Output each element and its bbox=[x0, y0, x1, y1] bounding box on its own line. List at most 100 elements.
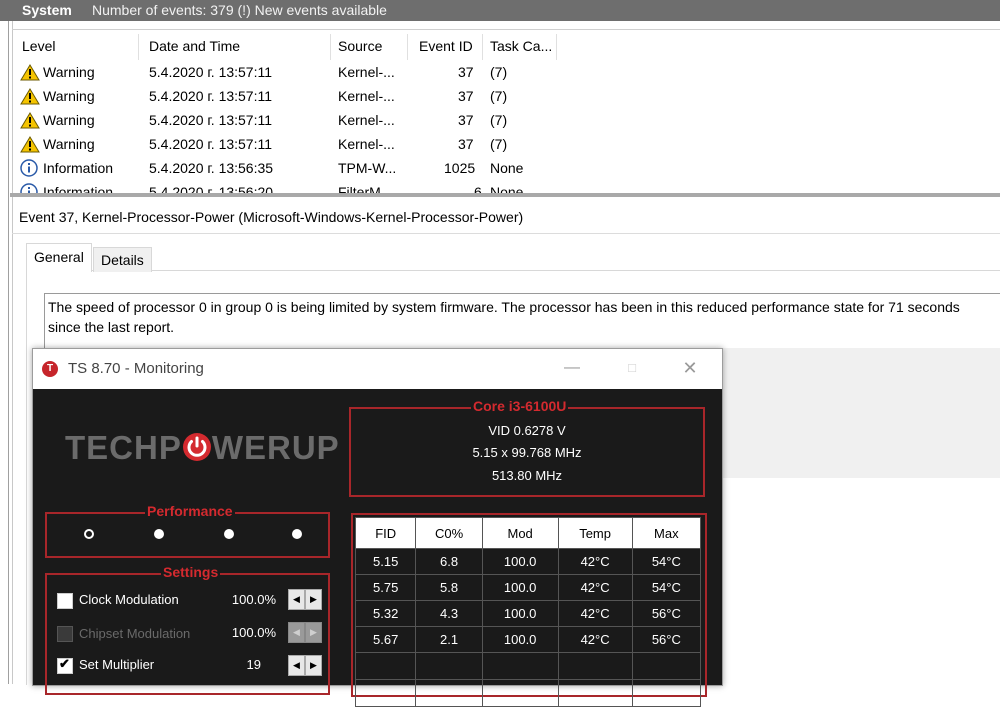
clock-modulation-decrease[interactable]: ◀ bbox=[288, 589, 305, 610]
column-header-mod: Mod bbox=[481, 517, 559, 549]
table-row: 5.32 4.3 100.0 42°C 56°C bbox=[354, 600, 702, 627]
warning-icon bbox=[20, 64, 40, 81]
column-separator[interactable] bbox=[482, 34, 483, 60]
cell-max: 54°C bbox=[631, 574, 702, 601]
table-row-empty bbox=[354, 652, 702, 680]
cell-c0: 2.1 bbox=[415, 626, 483, 653]
table-row: 5.15 6.8 100.0 42°C 54°C bbox=[354, 548, 702, 575]
column-separator[interactable] bbox=[138, 34, 139, 60]
tab-details[interactable]: Details bbox=[93, 247, 152, 272]
event-source: Kernel-... bbox=[338, 112, 395, 128]
column-header-source[interactable]: Source bbox=[338, 36, 382, 56]
event-level: Warning bbox=[43, 136, 95, 152]
event-id: 37 bbox=[458, 64, 474, 80]
cell-max: 54°C bbox=[631, 548, 702, 575]
cell-max: 56°C bbox=[631, 600, 702, 627]
event-task: (7) bbox=[490, 136, 508, 152]
set-multiplier-decrease[interactable]: ◀ bbox=[288, 655, 305, 676]
detail-title-divider bbox=[12, 233, 1000, 234]
clock-modulation-value: 100.0% bbox=[231, 592, 276, 607]
cell-c0: 4.3 bbox=[415, 600, 483, 627]
chipset-modulation-decrease[interactable]: ◀ bbox=[288, 622, 305, 643]
monitoring-table: FID C0% Mod Temp Max 5.15 6.8 100.0 42°C… bbox=[354, 517, 702, 707]
cpu-frequency: 513.80 MHz bbox=[491, 468, 563, 483]
set-multiplier-value: 19 bbox=[246, 657, 261, 672]
ts-monitoring-window[interactable]: T TS 8.70 - Monitoring — □ ✕ TECHP WERUP … bbox=[32, 348, 723, 707]
cell-c0: 6.8 bbox=[415, 548, 483, 575]
settings-label: Settings bbox=[161, 564, 221, 580]
column-header-level[interactable]: Level bbox=[22, 36, 55, 56]
cell-mod: 100.0 bbox=[481, 574, 559, 601]
event-source: Kernel-... bbox=[338, 136, 395, 152]
cell-mod: 100.0 bbox=[481, 626, 559, 653]
performance-label: Performance bbox=[145, 503, 235, 519]
pane-splitter[interactable] bbox=[10, 193, 1000, 197]
techpowerup-logo: TECHP WERUP bbox=[65, 429, 340, 467]
clock-modulation-checkbox[interactable] bbox=[57, 593, 73, 609]
logo-text-left: TECHP bbox=[65, 429, 182, 466]
minimize-icon[interactable]: — bbox=[561, 357, 583, 379]
chipset-modulation-checkbox[interactable] bbox=[57, 626, 73, 642]
event-id: 37 bbox=[458, 112, 474, 128]
cell-fid: 5.32 bbox=[354, 600, 417, 627]
event-row[interactable]: Warning 5.4.2020 г. 13:57:11 Kernel-... … bbox=[12, 60, 1000, 84]
column-separator[interactable] bbox=[407, 34, 408, 60]
event-datetime: 5.4.2020 г. 13:57:11 bbox=[149, 136, 273, 152]
column-header-datetime[interactable]: Date and Time bbox=[149, 36, 240, 56]
clock-modulation-label: Clock Modulation bbox=[79, 592, 179, 607]
event-task: (7) bbox=[490, 64, 508, 80]
event-source: Kernel-... bbox=[338, 88, 395, 104]
log-name: System bbox=[22, 2, 72, 18]
event-task: None bbox=[490, 160, 524, 176]
event-count-status: Number of events: 379 (!) New events ava… bbox=[92, 2, 387, 18]
event-datetime: 5.4.2020 г. 13:57:11 bbox=[149, 88, 273, 104]
event-id: 37 bbox=[458, 88, 474, 104]
chipset-modulation-increase[interactable]: ▶ bbox=[305, 622, 322, 643]
cell-temp: 42°C bbox=[557, 600, 633, 627]
performance-radio-2[interactable] bbox=[154, 529, 164, 539]
event-datetime: 5.4.2020 г. 13:56:35 bbox=[149, 160, 274, 176]
column-separator[interactable] bbox=[330, 34, 331, 60]
clock-modulation-increase[interactable]: ▶ bbox=[305, 589, 322, 610]
table-row: 5.75 5.8 100.0 42°C 54°C bbox=[354, 574, 702, 601]
set-multiplier-increase[interactable]: ▶ bbox=[305, 655, 322, 676]
column-header-c0: C0% bbox=[415, 517, 483, 549]
logo-text-right: WERUP bbox=[211, 429, 340, 466]
event-row[interactable]: Warning 5.4.2020 г. 13:57:11 Kernel-... … bbox=[12, 108, 1000, 132]
maximize-icon[interactable]: □ bbox=[621, 357, 643, 379]
event-row[interactable]: Warning 5.4.2020 г. 13:57:11 Kernel-... … bbox=[12, 132, 1000, 156]
event-level: Warning bbox=[43, 88, 95, 104]
info-icon bbox=[20, 159, 38, 177]
event-description[interactable]: The speed of processor 0 in group 0 is b… bbox=[48, 297, 978, 337]
event-level: Information bbox=[43, 160, 114, 176]
column-header-temp: Temp bbox=[557, 517, 633, 549]
cpu-multiplier: 5.15 x 99.768 MHz bbox=[472, 445, 582, 460]
performance-radio-1[interactable] bbox=[84, 529, 94, 539]
column-header-max: Max bbox=[631, 517, 702, 549]
event-datetime: 5.4.2020 г. 13:57:11 bbox=[149, 112, 273, 128]
performance-radio-4[interactable] bbox=[292, 529, 302, 539]
checkmark-icon: ✔ bbox=[59, 656, 70, 671]
column-header-task-category[interactable]: Task Ca... bbox=[490, 36, 552, 56]
cell-temp: 42°C bbox=[557, 626, 633, 653]
event-row[interactable]: Information 5.4.2020 г. 13:56:35 TPM-W..… bbox=[12, 156, 1000, 180]
title-bar[interactable]: T TS 8.70 - Monitoring — □ ✕ bbox=[33, 349, 722, 389]
cell-fid: 5.67 bbox=[354, 626, 417, 653]
event-row[interactable]: Warning 5.4.2020 г. 13:57:11 Kernel-... … bbox=[12, 84, 1000, 108]
event-list[interactable]: Level Date and Time Source Event ID Task… bbox=[12, 32, 1000, 195]
cell-mod: 100.0 bbox=[481, 548, 559, 575]
event-task: (7) bbox=[490, 88, 508, 104]
event-level: Warning bbox=[43, 64, 95, 80]
chipset-modulation-label: Chipset Modulation bbox=[79, 626, 191, 641]
cell-temp: 42°C bbox=[557, 548, 633, 575]
column-header-event-id[interactable]: Event ID bbox=[419, 36, 473, 56]
cpu-vid: VID 0.6278 V bbox=[488, 423, 566, 438]
set-multiplier-checkbox[interactable]: ✔ bbox=[57, 656, 73, 674]
event-source: Kernel-... bbox=[338, 64, 395, 80]
tab-general[interactable]: General bbox=[26, 243, 92, 272]
performance-radio-3[interactable] bbox=[224, 529, 234, 539]
column-separator[interactable] bbox=[556, 34, 557, 60]
close-icon[interactable]: ✕ bbox=[679, 357, 701, 379]
event-datetime: 5.4.2020 г. 13:57:11 bbox=[149, 64, 273, 80]
cell-fid: 5.75 bbox=[354, 574, 417, 601]
